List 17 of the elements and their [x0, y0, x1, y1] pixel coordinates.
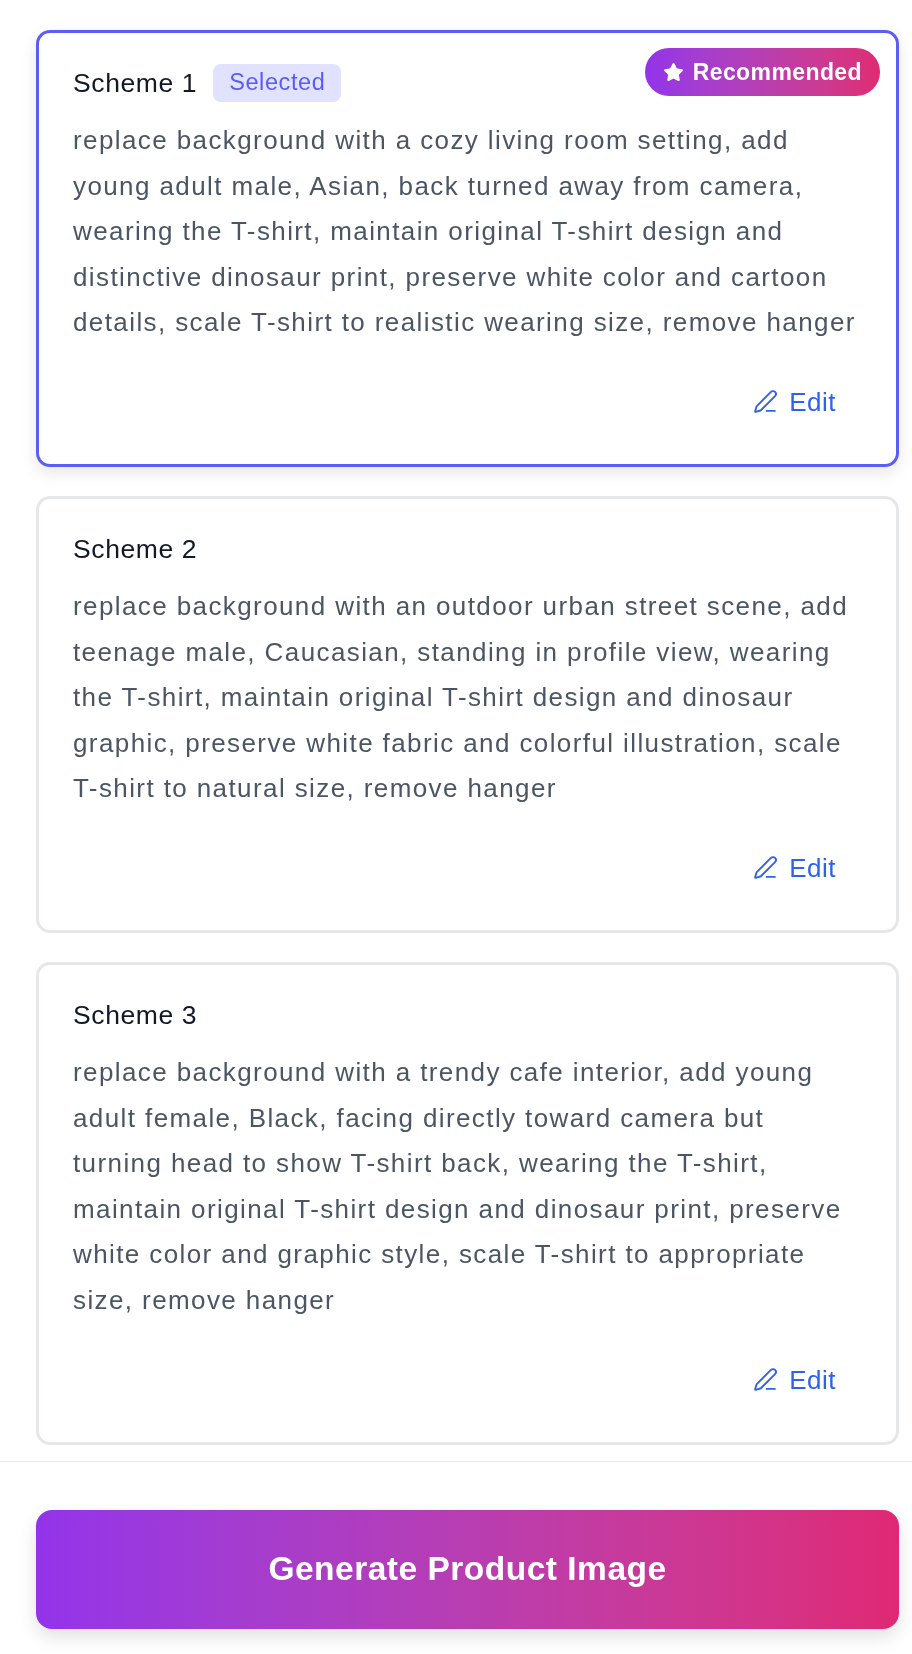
- scheme-description: replace background with a cozy living room setting, add young adult male, Asian, back turned away from camera, wearing the T-shirt, maintain original T-shirt design and distinctive dinosaur print, preserve white color and cartoon details, scale T-shirt to realistic wearing size, remove hanger: [73, 124, 857, 340]
- pencil-icon: [753, 855, 779, 881]
- edit-button[interactable]: Edit: [733, 845, 856, 890]
- pencil-icon: [753, 389, 779, 415]
- selected-badge: Selected: [213, 64, 342, 102]
- star-icon: [662, 61, 684, 83]
- scheme-description: replace background with a trendy cafe interior, add young adult female, Black, facing directly toward camera but turning head to show T-shirt back, wearing the T-shirt, maintain original T-shirt design and dinosaur print, preserve white color and graphic style, scale T-shirt to appropriate size, remove hanger: [73, 1055, 843, 1317]
- scheme-title: Scheme 2: [73, 535, 198, 563]
- generate-button[interactable]: Generate Product Image: [36, 1509, 899, 1629]
- pencil-icon: [753, 1367, 779, 1392]
- scheme-description: replace background with an outdoor urban street scene, add teenage male, Caucasian, standing in profile view, wearing the T-shirt, maintain original T-shirt design and dinosaur graphic, preserve white fabric and colorful illustration, scale T-shirt to natural size, remove hanger: [73, 589, 849, 806]
- scheme-title: Scheme 1: [73, 69, 198, 97]
- edit-button[interactable]: Edit: [733, 1357, 856, 1402]
- scheme-card[interactable]: [36, 30, 899, 467]
- recommended-label: Recommended: [692, 60, 862, 84]
- scheme-title: Scheme 3: [73, 1001, 198, 1029]
- edit-button[interactable]: Edit: [733, 379, 856, 424]
